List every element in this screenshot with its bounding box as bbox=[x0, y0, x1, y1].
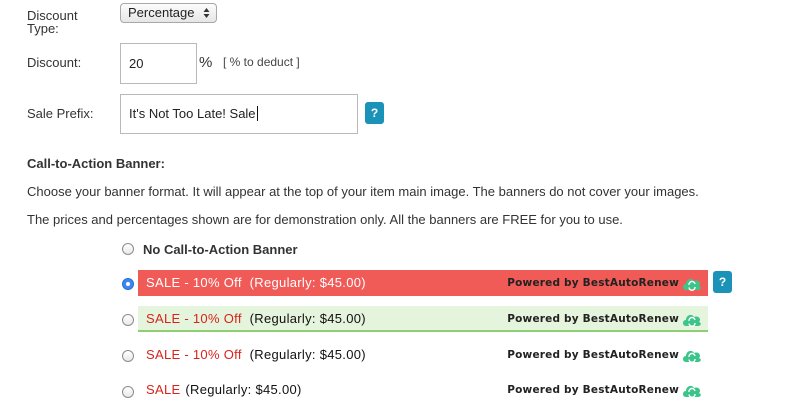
banner-plain-preview[interactable]: SALE - 10% Off (Regularly: $45.00) Power… bbox=[138, 342, 708, 368]
discount-type-select[interactable]: Percentage bbox=[120, 3, 217, 23]
question-icon: ? bbox=[370, 106, 379, 120]
banner-sale-text: SALE bbox=[146, 382, 181, 397]
banner-regular-text: (Regularly: $45.00) bbox=[185, 382, 302, 397]
radio-no-banner[interactable] bbox=[122, 243, 134, 255]
discount-hint: [ % to deduct ] bbox=[223, 55, 300, 69]
updown-arrows-icon bbox=[203, 8, 210, 18]
discount-label: Discount: bbox=[27, 55, 82, 70]
cta-description-2: The prices and percentages shown are for… bbox=[27, 212, 623, 227]
banner-sale-only-preview[interactable]: SALE (Regularly: $45.00) Powered by Best… bbox=[138, 377, 708, 403]
bestautorenew-logo-icon bbox=[683, 278, 701, 291]
banner-sale-text: SALE - 10% Off bbox=[146, 347, 242, 362]
banner-sale-text: SALE - 10% Off bbox=[146, 311, 242, 326]
discount-type-value: Percentage bbox=[128, 5, 195, 20]
discount-value: 20 bbox=[129, 56, 144, 71]
question-icon: ? bbox=[718, 275, 727, 289]
cta-description-1: Choose your banner format. It will appea… bbox=[27, 184, 699, 199]
cta-heading: Call-to-Action Banner: bbox=[27, 156, 165, 171]
powered-by-text: Powered by BestAutoRenew bbox=[507, 384, 679, 396]
bestautorenew-logo-icon bbox=[683, 385, 701, 398]
sale-prefix-label: Sale Prefix: bbox=[27, 106, 94, 121]
sale-prefix-input[interactable]: It's Not Too Late! Sale bbox=[120, 94, 358, 134]
bestautorenew-logo-icon bbox=[683, 350, 701, 363]
banner-regular-text: (Regularly: $45.00) bbox=[249, 347, 366, 362]
powered-by-text: Powered by BestAutoRenew bbox=[507, 349, 679, 361]
text-caret bbox=[256, 106, 258, 121]
banner-green-preview[interactable]: SALE - 10% Off (Regularly: $45.00) Power… bbox=[138, 306, 708, 332]
sale-prefix-value: It's Not Too Late! Sale bbox=[129, 106, 256, 121]
sale-prefix-help-button[interactable]: ? bbox=[365, 102, 384, 124]
no-banner-label: No Call-to-Action Banner bbox=[143, 242, 298, 257]
discount-input[interactable]: 20 bbox=[120, 43, 197, 84]
banner-help-button[interactable]: ? bbox=[713, 271, 732, 293]
bestautorenew-logo-icon bbox=[683, 314, 701, 327]
banner-regular-text: (Regularly: $45.00) bbox=[249, 311, 366, 326]
powered-by-text: Powered by BestAutoRenew bbox=[507, 277, 679, 289]
radio-banner-green[interactable] bbox=[122, 314, 134, 326]
banner-sale-text: SALE - 10% Off bbox=[146, 275, 242, 290]
radio-banner-sale-only[interactable] bbox=[122, 386, 134, 398]
banner-red-preview[interactable]: SALE - 10% Off (Regularly: $45.00) Power… bbox=[138, 270, 708, 296]
discount-type-label: Discount Type: bbox=[27, 8, 78, 36]
powered-by-text: Powered by BestAutoRenew bbox=[507, 313, 679, 325]
radio-banner-plain[interactable] bbox=[122, 350, 134, 362]
banner-regular-text: (Regularly: $45.00) bbox=[249, 275, 366, 290]
radio-banner-red[interactable] bbox=[122, 278, 134, 290]
percent-symbol: % bbox=[199, 54, 213, 71]
